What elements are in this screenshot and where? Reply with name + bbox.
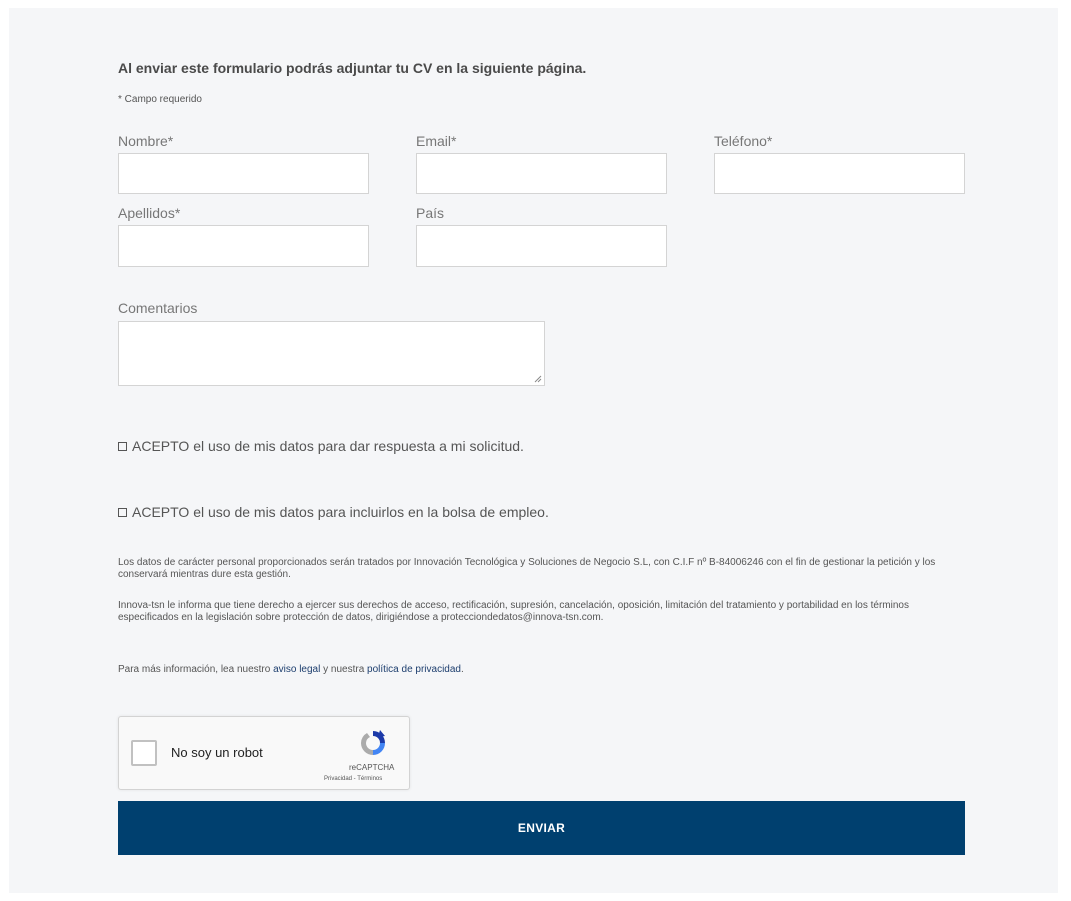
consent-respuesta[interactable]: ACEPTO el uso de mis datos para dar resp…: [118, 438, 524, 454]
recaptcha-links[interactable]: Privacidad - Términos: [324, 776, 382, 782]
telefono-input[interactable]: [714, 153, 965, 194]
comentarios-textarea[interactable]: [118, 321, 545, 386]
legal-paragraph-1: Los datos de carácter personal proporcio…: [118, 557, 936, 580]
consent-respuesta-label: ACEPTO el uso de mis datos para dar resp…: [132, 438, 524, 454]
recaptcha-checkbox[interactable]: [131, 740, 157, 766]
pais-label: País: [416, 205, 445, 221]
consent-bolsa[interactable]: ACEPTO el uso de mis datos para incluirl…: [118, 504, 549, 520]
consent-respuesta-checkbox[interactable]: [118, 441, 127, 451]
resize-handle-icon[interactable]: [534, 375, 542, 383]
email-label: Email*: [416, 133, 457, 149]
recaptcha-logo-icon: [361, 730, 385, 755]
consent-bolsa-checkbox[interactable]: [118, 507, 127, 517]
apellidos-input[interactable]: [118, 225, 369, 267]
telefono-label: Teléfono*: [714, 133, 773, 149]
email-input[interactable]: [416, 153, 667, 194]
legal-p3-middle: y nuestra: [320, 664, 368, 675]
pais-input[interactable]: [416, 225, 667, 267]
nombre-input[interactable]: [118, 153, 369, 194]
recaptcha-label: No soy un robot: [171, 745, 263, 760]
enviar-button[interactable]: ENVIAR: [118, 801, 965, 855]
apellidos-label: Apellidos*: [118, 205, 181, 221]
legal-paragraph-3: Para más información, lea nuestro aviso …: [118, 664, 968, 676]
form-intro: Al enviar este formulario podrás adjunta…: [118, 60, 587, 76]
recaptcha-widget: No soy un robot reCAPTCHA Privacidad - T…: [118, 716, 410, 790]
legal-p3-suffix: .: [461, 664, 464, 675]
legal-paragraph-2: Innova-tsn le informa que tiene derecho …: [118, 600, 909, 623]
consent-bolsa-label: ACEPTO el uso de mis datos para incluirl…: [132, 504, 549, 520]
recaptcha-brand: reCAPTCHA: [349, 763, 395, 772]
politica-privacidad-link[interactable]: política de privacidad: [367, 664, 461, 675]
comentarios-label: Comentarios: [118, 300, 198, 316]
required-note: * Campo requerido: [118, 94, 202, 105]
aviso-legal-link[interactable]: aviso legal: [273, 664, 320, 675]
legal-p3-prefix: Para más información, lea nuestro: [118, 664, 274, 675]
nombre-label: Nombre*: [118, 133, 174, 149]
